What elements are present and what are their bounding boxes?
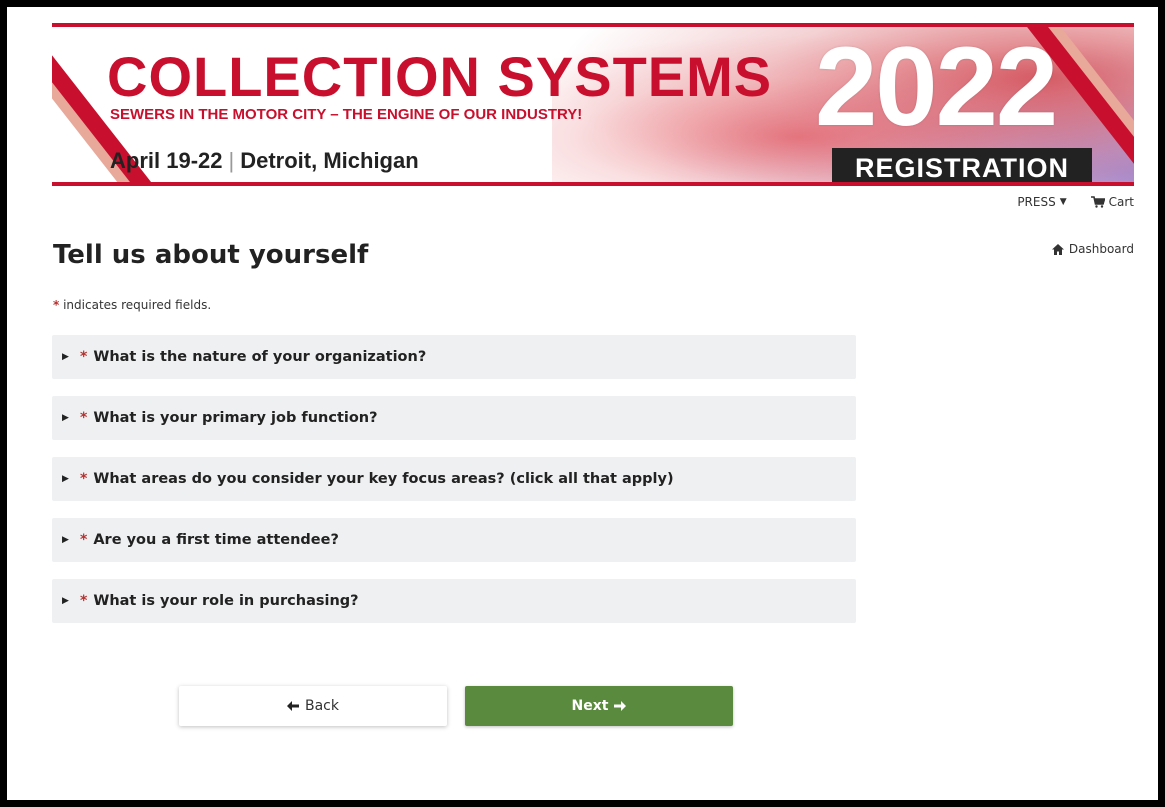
required-star: *: [80, 471, 88, 487]
dashboard-link[interactable]: Dashboard: [1051, 242, 1134, 256]
back-label: Back: [305, 698, 339, 714]
question-label: What is your role in purchasing?: [93, 593, 359, 609]
cart-link[interactable]: Cart: [1090, 195, 1134, 209]
question-label: Are you a first time attendee?: [93, 532, 339, 548]
arrow-right-icon: [614, 701, 627, 711]
question-first-time-attendee[interactable]: ▶ * Are you a first time attendee?: [52, 518, 856, 562]
banner-location: Detroit, Michigan: [240, 148, 419, 173]
next-button[interactable]: Next: [465, 686, 733, 726]
back-button[interactable]: Back: [179, 686, 447, 726]
question-label: What is your primary job function?: [93, 410, 378, 426]
required-star: *: [80, 349, 88, 365]
top-nav: PRESS ▼ Cart: [1017, 195, 1134, 209]
page-frame: COLLECTION SYSTEMS SEWERS IN THE MOTOR C…: [7, 7, 1158, 800]
question-label: What is the nature of your organization?: [93, 349, 427, 365]
required-star: *: [80, 410, 88, 426]
home-icon: [1051, 243, 1064, 255]
press-dropdown[interactable]: PRESS ▼: [1017, 195, 1066, 209]
dashboard-label: Dashboard: [1068, 242, 1134, 256]
banner-tagline: SEWERS IN THE MOTOR CITY – THE ENGINE OF…: [110, 106, 583, 123]
expand-triangle-icon: ▶: [62, 413, 69, 423]
expand-triangle-icon: ▶: [62, 596, 69, 606]
expand-triangle-icon: ▶: [62, 535, 69, 545]
page-title: Tell us about yourself: [53, 240, 369, 270]
caret-down-icon: ▼: [1059, 197, 1067, 207]
question-job-function[interactable]: ▶ * What is your primary job function?: [52, 396, 856, 440]
required-star: *: [80, 532, 88, 548]
question-organization-nature[interactable]: ▶ * What is the nature of your organizat…: [52, 335, 856, 379]
expand-triangle-icon: ▶: [62, 474, 69, 484]
banner-date-range: April 19-22: [110, 148, 223, 173]
banner-dates: April 19-22 | Detroit, Michigan: [110, 148, 419, 173]
question-list: ▶ * What is the nature of your organizat…: [52, 335, 856, 640]
question-purchasing-role[interactable]: ▶ * What is your role in purchasing?: [52, 579, 856, 623]
expand-triangle-icon: ▶: [62, 352, 69, 362]
required-note-text: indicates required fields.: [59, 298, 212, 312]
next-label: Next: [571, 698, 609, 714]
question-focus-areas[interactable]: ▶ * What areas do you consider your key …: [52, 457, 856, 501]
required-fields-note: * indicates required fields.: [53, 298, 211, 312]
registration-badge: REGISTRATION: [832, 148, 1092, 182]
arrow-left-icon: [287, 701, 299, 711]
cart-label: Cart: [1108, 195, 1134, 209]
required-star: *: [80, 593, 88, 609]
event-banner: COLLECTION SYSTEMS SEWERS IN THE MOTOR C…: [52, 23, 1134, 186]
banner-year: 2022: [815, 24, 1058, 149]
cart-icon: [1090, 196, 1105, 208]
question-label: What areas do you consider your key focu…: [93, 471, 674, 487]
banner-title: COLLECTION SYSTEMS: [107, 45, 773, 108]
press-label: PRESS: [1017, 195, 1056, 209]
